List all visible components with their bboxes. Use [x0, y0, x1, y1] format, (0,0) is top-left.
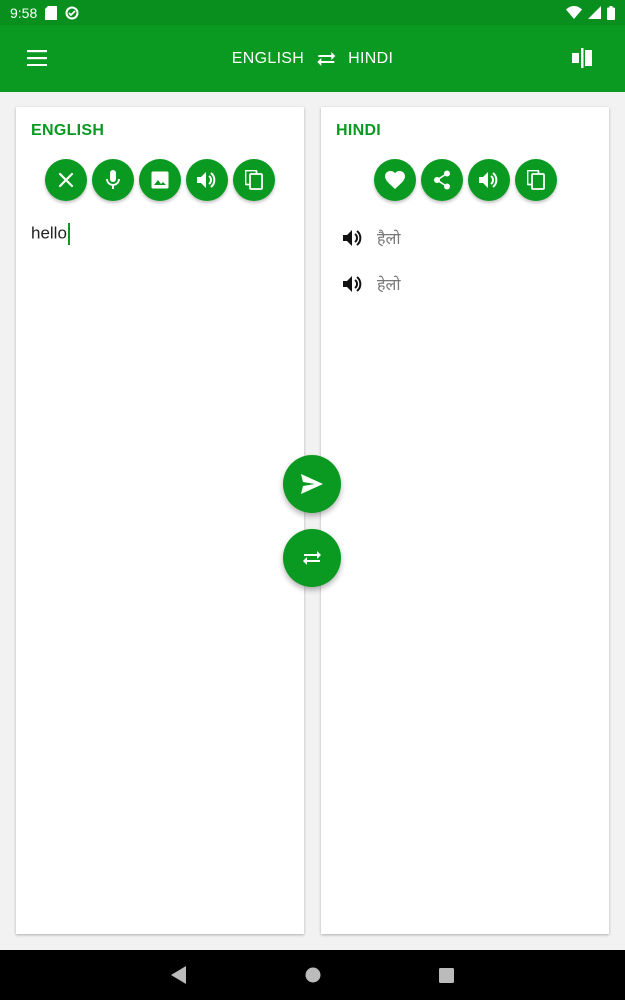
- system-navigation-bar: [0, 950, 625, 1000]
- translate-button[interactable]: [283, 455, 341, 513]
- swap-arrows-icon: [303, 551, 321, 565]
- text-caret: [67, 223, 70, 245]
- clear-button[interactable]: [45, 159, 87, 201]
- speaker-icon: [478, 172, 497, 188]
- source-language-label[interactable]: ENGLISH: [232, 50, 304, 68]
- target-copy-button[interactable]: [514, 159, 557, 201]
- mic-button[interactable]: [92, 159, 134, 201]
- battery-icon: [607, 5, 615, 20]
- image-button[interactable]: [139, 159, 181, 201]
- favorite-button[interactable]: [373, 159, 416, 201]
- target-panel-title: HINDI: [336, 122, 382, 139]
- mic-icon: [106, 170, 120, 189]
- share-button[interactable]: [420, 159, 463, 201]
- app-bar: ENGLISH HINDI: [0, 25, 625, 92]
- speaker-icon: [197, 172, 216, 188]
- language-switcher: ENGLISH HINDI: [232, 25, 393, 92]
- sd-card-icon: [45, 5, 58, 20]
- target-speaker-button[interactable]: [467, 159, 510, 201]
- clear-icon: [58, 172, 74, 188]
- status-bar: 9:58: [0, 0, 625, 25]
- status-bar-right: [566, 5, 615, 20]
- source-panel: ENGLISH hello: [16, 107, 304, 934]
- source-text-input[interactable]: hello: [31, 223, 291, 245]
- send-icon: [301, 474, 323, 494]
- copy-button[interactable]: [233, 159, 275, 201]
- image-icon: [151, 171, 169, 189]
- signal-icon: [588, 6, 601, 19]
- recents-icon[interactable]: [435, 963, 459, 987]
- swap-languages-button[interactable]: [283, 529, 341, 587]
- speaker-icon[interactable]: [341, 226, 365, 250]
- source-panel-title: ENGLISH: [31, 122, 105, 139]
- favorite-icon: [384, 171, 405, 189]
- speaker-button[interactable]: [186, 159, 228, 201]
- translation-results: हैलो हेलो: [341, 215, 591, 307]
- translation-result[interactable]: हैलो: [341, 215, 591, 261]
- clock: 9:58: [10, 4, 38, 21]
- target-language-label[interactable]: HINDI: [348, 50, 393, 68]
- data-saver-icon: [65, 6, 79, 20]
- source-text-value: hello: [31, 223, 67, 243]
- swap-arrows-icon[interactable]: [316, 51, 336, 67]
- split-view-icon[interactable]: [569, 45, 595, 71]
- target-action-row: [321, 159, 609, 201]
- translation-text: हैलो: [377, 229, 401, 248]
- translation-result[interactable]: हेलो: [341, 261, 591, 307]
- source-action-row: [16, 159, 304, 201]
- translation-text: हेलो: [377, 275, 401, 294]
- home-icon[interactable]: [301, 963, 325, 987]
- back-icon[interactable]: [167, 963, 191, 987]
- target-panel: HINDI हैलो हेलो: [321, 107, 609, 934]
- speaker-icon[interactable]: [341, 272, 365, 296]
- copy-icon: [526, 170, 545, 190]
- share-icon: [433, 170, 450, 190]
- status-bar-left: 9:58: [10, 5, 79, 21]
- copy-icon: [245, 170, 263, 190]
- hamburger-menu-icon[interactable]: [22, 45, 52, 71]
- wifi-icon: [566, 6, 582, 19]
